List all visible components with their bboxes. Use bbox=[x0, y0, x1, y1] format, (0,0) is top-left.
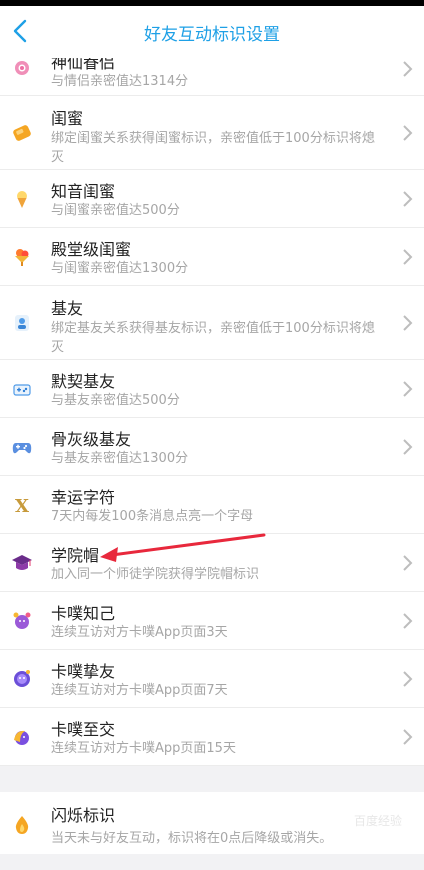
list-item-legend-bestie[interactable]: 殿堂级闺蜜 与闺蜜亲密值达1300分 bbox=[0, 228, 424, 286]
list-item-academy-cap[interactable]: 学院帽 加入同一个师徒学院获得学院帽标识 bbox=[0, 534, 424, 592]
chevron-right-icon bbox=[403, 61, 413, 77]
item-name: 默契基友 bbox=[51, 372, 116, 391]
item-desc: 与基友亲密值达1300分 bbox=[51, 451, 189, 466]
kapu-gold-icon bbox=[14, 730, 29, 745]
section-gap bbox=[0, 772, 424, 792]
list-item-ultimate-bro[interactable]: 骨灰级基友 与基友亲密值达1300分 bbox=[0, 418, 424, 476]
item-name: 骨灰级基友 bbox=[51, 430, 132, 449]
chevron-right-icon bbox=[403, 315, 413, 331]
list-item-lucky-char[interactable]: X 幸运字符 7天内每发100条消息点亮一个字母 bbox=[0, 476, 424, 534]
item-name: 幸运字符 bbox=[51, 488, 116, 507]
item-name: 闺蜜 bbox=[51, 109, 84, 128]
kapu-violet-icon bbox=[14, 670, 30, 687]
item-desc: 绑定闺蜜关系获得闺蜜标识，亲密值低于100分标识将熄灭 bbox=[51, 131, 375, 165]
x-letter-icon: X bbox=[15, 496, 29, 516]
controller-icon bbox=[13, 384, 31, 396]
kapu-purple-icon bbox=[13, 612, 31, 629]
chevron-right-icon bbox=[403, 125, 413, 141]
item-desc: 绑定基友关系获得基友标识，亲密值低于100分标识将熄灭 bbox=[51, 321, 375, 355]
chevron-right-icon bbox=[403, 249, 413, 265]
item-name: 知音闺蜜 bbox=[51, 182, 116, 201]
bro-icon bbox=[15, 315, 29, 331]
watermark: 百度经验 bbox=[353, 814, 402, 828]
list-item-kapu-close-friend[interactable]: 卡噗挚友 连续互访对方卡噗App页面7天 bbox=[0, 650, 424, 708]
list-item-couple[interactable]: 神仙眷侣 与情侣亲密值达1314分 bbox=[0, 58, 424, 96]
chevron-right-icon bbox=[403, 613, 413, 629]
item-desc: 与情侣亲密值达1314分 bbox=[51, 74, 189, 89]
couple-icon bbox=[15, 61, 29, 75]
list-item-kapu-bosom-friend[interactable]: 卡噗至交 连续互访对方卡噗App页面15天 bbox=[0, 708, 424, 766]
item-desc: 与闺蜜亲密值达1300分 bbox=[51, 261, 189, 276]
item-name: 学院帽 bbox=[51, 546, 100, 565]
list-item-bro[interactable]: 基友 绑定基友关系获得基友标识，亲密值低于100分标识将熄灭 bbox=[0, 286, 424, 360]
chevron-right-icon bbox=[403, 729, 413, 745]
list-item-soulmate-bestie[interactable]: 知音闺蜜 与闺蜜亲密值达500分 bbox=[0, 170, 424, 228]
item-desc: 7天内每发100条消息点亮一个字母 bbox=[51, 509, 254, 524]
parfait-icon bbox=[15, 249, 29, 266]
flash-desc: 当天未与好友互动，标识将在0点后降级或消失。 bbox=[51, 831, 333, 846]
ice-cream-icon bbox=[17, 191, 27, 208]
list-item-tacit-bro[interactable]: 默契基友 与基友亲密值达500分 bbox=[0, 360, 424, 418]
item-name: 卡噗挚友 bbox=[51, 662, 116, 681]
chevron-right-icon bbox=[403, 439, 413, 455]
item-name: 卡噗知己 bbox=[51, 604, 116, 623]
item-desc: 与基友亲密值达500分 bbox=[51, 393, 180, 408]
bestie-icon bbox=[13, 125, 31, 141]
badge-list: 神仙眷侣 与情侣亲密值达1314分 闺蜜 绑定闺蜜关系获得闺蜜标识，亲密值低于1… bbox=[0, 58, 424, 766]
item-desc: 连续互访对方卡噗App页面15天 bbox=[51, 741, 236, 756]
item-desc: 加入同一个师徒学院获得学院帽标识 bbox=[51, 567, 260, 582]
item-name: 基友 bbox=[51, 299, 84, 318]
chevron-right-icon bbox=[403, 671, 413, 687]
flame-drop-icon bbox=[15, 816, 29, 834]
list-item-kapu-confidant[interactable]: 卡噗知己 连续互访对方卡噗App页面3天 bbox=[0, 592, 424, 650]
gamepad-icon bbox=[12, 443, 32, 454]
item-desc: 连续互访对方卡噗App页面3天 bbox=[51, 625, 228, 640]
svg-text:X: X bbox=[15, 496, 29, 516]
chevron-right-icon bbox=[403, 381, 413, 397]
graduation-cap-icon bbox=[12, 555, 32, 570]
list-item-bestie[interactable]: 闺蜜 绑定闺蜜关系获得闺蜜标识，亲密值低于100分标识将熄灭 bbox=[0, 96, 424, 170]
item-name: 殿堂级闺蜜 bbox=[51, 240, 132, 259]
chevron-right-icon bbox=[403, 191, 413, 207]
item-desc: 与闺蜜亲密值达500分 bbox=[51, 203, 180, 218]
page-title: 好友互动标识设置 bbox=[144, 25, 280, 45]
chevron-right-icon bbox=[403, 555, 413, 571]
nav-bar: 好友互动标识设置 bbox=[0, 6, 424, 58]
flash-name: 闪烁标识 bbox=[51, 806, 116, 825]
item-desc: 连续互访对方卡噗App页面7天 bbox=[51, 683, 228, 698]
item-name: 卡噗至交 bbox=[51, 720, 116, 739]
item-name: 神仙眷侣 bbox=[51, 58, 116, 72]
